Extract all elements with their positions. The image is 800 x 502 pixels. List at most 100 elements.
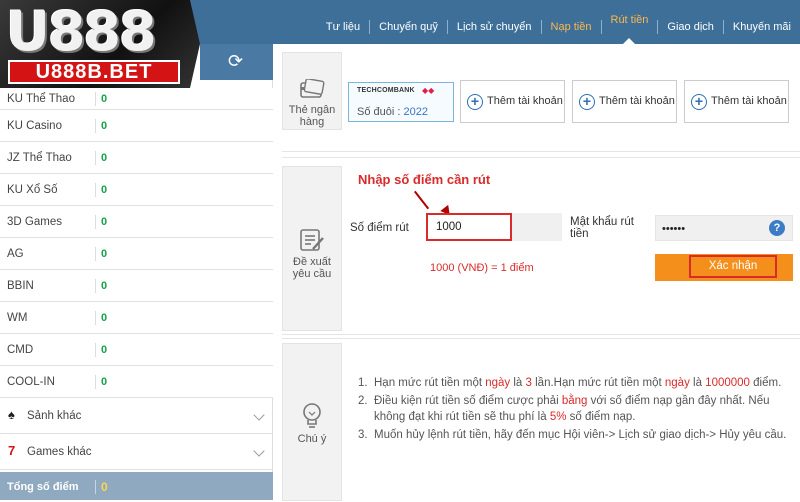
add-account-label: Thêm tài khoản	[487, 95, 563, 107]
chevron-down-icon[interactable]	[253, 409, 265, 421]
account-name: KU Casino	[7, 120, 62, 132]
bank-account-card[interactable]: TECHCOMBANK ◆◆ Số đuôi : 2022	[348, 82, 454, 122]
total-points-label: Tổng số điểm	[7, 481, 79, 493]
points-input[interactable]	[426, 213, 512, 241]
withdraw-request-panel: Đề xuất yêu cầu Nhập số điểm cần rút Số …	[282, 157, 800, 335]
plus-circle-icon: +	[691, 94, 707, 110]
list-item[interactable]: 3D Games 0	[0, 206, 273, 238]
card-digits-value: 2022	[403, 106, 428, 118]
note-text: Điều kiện rút tiền số điểm cược phải	[374, 395, 562, 407]
password-field-wrap: ?	[655, 215, 793, 241]
add-account-label: Thêm tài khoản	[599, 95, 675, 107]
account-balance: 0	[95, 119, 107, 133]
note-item: 2. Điều kiện rút tiền số điểm cược phải …	[358, 393, 788, 425]
account-balance: 0	[95, 183, 107, 197]
note-highlight: 5%	[549, 411, 567, 423]
list-item[interactable]: BBIN 0	[0, 270, 273, 302]
account-balance: 0	[95, 279, 107, 293]
account-name: 3D Games	[7, 216, 62, 228]
note-text: là	[689, 377, 706, 389]
total-points-value: 0	[95, 480, 108, 494]
bank-logo-icon: ◆◆	[422, 86, 435, 95]
note-number: 2.	[358, 395, 368, 407]
list-item[interactable]: AG 0	[0, 238, 273, 270]
note-text: Hạn mức rút tiền một	[374, 377, 486, 389]
request-label: Đề xuất yêu cầu	[292, 256, 332, 280]
logo-text: U888	[6, 0, 157, 63]
logo-domain: U888B.BET	[8, 60, 180, 84]
account-name: KU Thể Thao	[7, 93, 75, 105]
seven-icon: 7	[8, 443, 16, 458]
password-input[interactable]	[662, 220, 762, 238]
account-balance: 0	[95, 92, 107, 106]
add-account-button[interactable]: + Thêm tài khoản	[460, 80, 565, 123]
account-balance: 0	[95, 247, 107, 261]
confirm-label: Xác nhận	[689, 255, 777, 278]
site-logo[interactable]: U888 U888B.BET	[0, 0, 200, 88]
list-item[interactable]: COOL-IN 0	[0, 366, 273, 398]
main-nav: Tư liệu Chuyển quỹ Lịch sử chuyển Nạp ti…	[317, 0, 800, 44]
group-sanh-khac[interactable]: ♠ Sảnh khác	[0, 398, 273, 434]
account-name: CMD	[7, 344, 34, 356]
note-highlight: 1000000	[705, 377, 750, 389]
nav-lich-su-chuyen[interactable]: Lịch sử chuyển	[448, 0, 541, 44]
refresh-icon[interactable]: ⟳	[228, 51, 243, 71]
note-text: điểm.	[749, 377, 782, 389]
notes-list: 1. Hạn mức rút tiền một ngày là 3 lần.Hạ…	[358, 375, 788, 445]
group-label: Sảnh khác	[27, 410, 82, 422]
notes-panel: Chú ý 1. Hạn mức rút tiền một ngày là 3 …	[282, 338, 800, 501]
note-highlight: ngày	[485, 377, 511, 389]
account-balance: 0	[95, 343, 107, 357]
note-text: Muốn hủy lệnh rút tiền, hãy đến mục Hội …	[374, 429, 787, 441]
nav-rut-tien[interactable]: Rút tiền	[602, 0, 658, 44]
card-digits-label: Số đuôi :	[357, 106, 401, 118]
bank-logo-text: TECHCOMBANK	[357, 87, 415, 94]
note-number: 1.	[358, 377, 368, 389]
confirm-button[interactable]: Xác nhận	[655, 254, 793, 281]
form-edit-icon	[300, 229, 324, 251]
nav-khuyen-mai[interactable]: Khuyến mãi	[724, 0, 800, 44]
card-last-digits: Số đuôi : 2022	[357, 106, 428, 118]
account-balance: 0	[95, 215, 107, 229]
note-text: là	[510, 377, 526, 389]
account-balance: 0	[95, 375, 107, 389]
list-item[interactable]: KU Xổ Số 0	[0, 174, 273, 206]
help-icon[interactable]: ?	[769, 220, 785, 236]
account-balance: 0	[95, 151, 107, 165]
account-name: BBIN	[7, 280, 34, 292]
nav-giao-dich[interactable]: Giao dịch	[658, 0, 722, 44]
add-account-button[interactable]: + Thêm tài khoản	[572, 80, 677, 123]
password-label: Mật khẩu rút tiền	[570, 216, 634, 240]
account-name: JZ Thể Thao	[7, 152, 72, 164]
nav-tu-lieu[interactable]: Tư liệu	[317, 0, 369, 44]
account-name: COOL-IN	[7, 376, 55, 388]
note-highlight: ngày	[664, 377, 690, 389]
note-highlight: bằng	[561, 395, 588, 407]
nav-chuyen-quy[interactable]: Chuyển quỹ	[370, 0, 447, 44]
list-item[interactable]: JZ Thể Thao 0	[0, 142, 273, 174]
points-label: Số điểm rút	[350, 222, 409, 234]
list-item[interactable]: WM 0	[0, 302, 273, 334]
bank-card-label: Thẻ ngân hàng	[288, 104, 336, 128]
credit-card-icon	[300, 79, 325, 98]
bank-card-section-label: Thẻ ngân hàng	[282, 52, 342, 130]
chevron-down-icon[interactable]	[253, 445, 265, 457]
account-name: KU Xổ Số	[7, 184, 58, 196]
list-item[interactable]: KU Casino 0	[0, 110, 273, 142]
points-field-wrap	[426, 213, 562, 241]
note-number: 3.	[358, 429, 368, 441]
add-account-button[interactable]: + Thêm tài khoản	[684, 80, 789, 123]
notes-section-label: Chú ý	[282, 343, 342, 501]
group-label: Games khác	[27, 446, 92, 458]
group-games-khac[interactable]: 7 Games khác	[0, 434, 273, 470]
list-item[interactable]: CMD 0	[0, 334, 273, 366]
annotation-arrow	[414, 190, 430, 210]
account-name: WM	[7, 312, 28, 324]
account-name: AG	[7, 248, 24, 260]
list-item[interactable]: KU Thể Thao 0	[0, 88, 273, 110]
note-text: số điểm nạp.	[566, 411, 636, 423]
total-points-row: Tổng số điểm 0	[0, 472, 273, 500]
note-text: lần.Hạn mức rút tiền một	[531, 377, 665, 389]
instruction-annotation: Nhập số điểm cần rút	[358, 172, 491, 187]
nav-nap-tien[interactable]: Nạp tiền	[542, 0, 601, 44]
